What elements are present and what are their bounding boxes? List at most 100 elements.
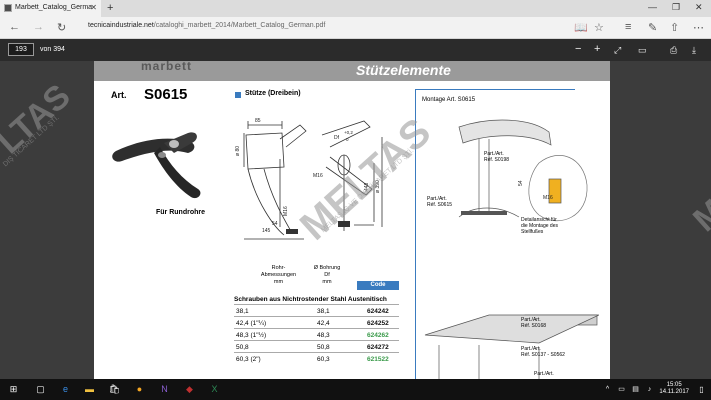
url-domain: tecnicaindustriale.net	[88, 22, 154, 29]
task-view-icon[interactable]: ▢	[33, 382, 48, 397]
table-header-bore: Ø Bohrung Df mm	[313, 265, 341, 285]
row-dimension: 48,3 (1"½)	[236, 332, 267, 339]
table-row: 48,3 (1"½) 48,3 624262	[234, 328, 399, 340]
volume-icon[interactable]: ♪	[642, 382, 657, 397]
section-marker	[235, 92, 241, 98]
label-part-cut: Part./Art.	[534, 371, 554, 377]
dim-54: 54	[272, 221, 278, 227]
detail-dim-54: 54	[518, 180, 524, 186]
row-bore: 38,1	[317, 308, 330, 315]
table-row: 60,3 (2") 60,3 621522	[234, 352, 399, 364]
window-close-icon[interactable]: ✕	[695, 2, 703, 13]
web-note-icon[interactable]: ✎	[648, 21, 657, 34]
battery-icon[interactable]: ▭	[614, 382, 629, 397]
row-code: 624242	[367, 308, 389, 315]
chevron-up-icon[interactable]: ^	[600, 382, 615, 397]
tab-close-icon[interactable]: ✕	[90, 3, 97, 12]
watermark-left: LTAS	[0, 76, 78, 162]
reading-view-icon[interactable]: 📖	[574, 21, 588, 34]
print-icon[interactable]: ⎙	[670, 45, 677, 56]
detail-m16: M16	[543, 195, 553, 201]
onenote-icon[interactable]: N	[157, 382, 172, 397]
dim-tolerance-zero: 0	[346, 137, 349, 142]
clock-time: 15:05	[666, 382, 682, 388]
dim-m16-top: M16	[313, 173, 323, 179]
montage-drawing	[424, 119, 599, 379]
maximize-icon[interactable]: ❐	[672, 2, 680, 13]
montage-label: Montage Art. S0615	[422, 97, 476, 103]
favorite-star-icon[interactable]: ☆	[594, 21, 604, 34]
pdf-toolbar: 193 von 394 − + ⤢ ▭ ⎙ ⤓	[0, 39, 711, 61]
product-caption: Für Rundrohre	[156, 209, 205, 216]
browser-tab-bar: Marbett_Catalog_Germa ✕ + — ❐ ✕	[0, 0, 711, 17]
table-subheader: Schrauben aus Nichtrostender Stahl Auste…	[234, 296, 387, 303]
app-icon-1[interactable]: ●	[132, 382, 147, 397]
system-clock[interactable]: 15:05 14.11.2017	[659, 382, 689, 396]
new-tab-icon[interactable]: +	[107, 2, 113, 14]
dim-df: Df	[334, 135, 339, 141]
windows-taskbar: ⊞ ▢ e ▬ 🛍 ● N ◆ X ^ ▭ ▤ ♪ 15:05 14.11.20…	[0, 379, 711, 400]
page-total: von 394	[40, 46, 65, 53]
back-icon[interactable]: ←	[9, 21, 20, 33]
browser-tab[interactable]: Marbett_Catalog_Germa ✕	[0, 0, 101, 17]
label-s0198: Part./Art. Réf. S0198	[484, 151, 510, 163]
row-code: 624272	[367, 344, 389, 351]
label-s0137: Part./Art. Réf. S0137 - S0562	[521, 346, 565, 358]
art-number: S0615	[144, 86, 188, 103]
table-header-dimension: Rohr- Abmessungen mm	[260, 265, 297, 285]
file-explorer-icon[interactable]: ▬	[82, 382, 97, 397]
art-prefix: Art.	[111, 90, 127, 100]
table-row: 42,4 (1"¼) 42,4 624252	[234, 316, 399, 328]
start-icon[interactable]: ⊞	[6, 382, 21, 397]
share-icon[interactable]: ⇧	[670, 21, 679, 34]
zoom-out-icon[interactable]: −	[575, 43, 581, 55]
more-icon[interactable]: ⋯	[693, 21, 704, 34]
detail-caption: Detailansicht für die Montage des Stellfuß…	[521, 217, 558, 235]
dim-tolerance: +0,2	[344, 130, 353, 135]
row-bore: 48,3	[317, 332, 330, 339]
network-icon[interactable]: ▤	[628, 382, 643, 397]
app-icon-2[interactable]: ◆	[182, 382, 197, 397]
edge-icon[interactable]: e	[58, 382, 73, 397]
minimize-icon[interactable]: —	[648, 2, 657, 12]
row-code: 621522	[367, 356, 389, 363]
row-code: 624252	[367, 320, 389, 327]
table-row: 38,1 38,1 624242	[234, 304, 399, 316]
watermark-right: M	[686, 192, 711, 240]
navigation-bar: ← → ↻ tecnicaindustriale.net/cataloghi_m…	[0, 17, 711, 39]
url-path: /cataloghi_marbett_2014/Marbett_Catalog_…	[153, 22, 326, 29]
section-title: Stütze (Dreibein)	[245, 90, 301, 97]
pdf-viewer[interactable]: marbett Stützelemente Art. S0615 Stütze …	[0, 61, 711, 379]
row-bore: 42,4	[317, 320, 330, 327]
pdf-favicon-icon	[4, 4, 12, 12]
row-dimension: 50,8	[236, 344, 249, 351]
tripod-product-image	[112, 132, 201, 199]
row-code: 624262	[367, 332, 389, 339]
dim-85: 85	[255, 118, 261, 124]
row-dimension: 38,1	[236, 308, 249, 315]
label-s0615: Part./Art. Réf. S0615	[427, 196, 453, 208]
row-dimension: 60,3 (2")	[236, 356, 261, 363]
row-bore: 60,3	[317, 356, 330, 363]
row-dimension: 42,4 (1"¼)	[236, 320, 267, 327]
table-row: 50,8 50,8 624272	[234, 340, 399, 352]
save-icon[interactable]: ⤓	[692, 45, 696, 56]
montage-rule	[415, 89, 575, 90]
store-icon[interactable]: 🛍	[107, 382, 122, 397]
label-s0168: Part./Art. Réf. S0168	[521, 317, 547, 329]
refresh-icon[interactable]: ↻	[57, 21, 66, 34]
excel-icon[interactable]: X	[207, 382, 222, 397]
zoom-in-icon[interactable]: +	[594, 43, 600, 55]
table-header-code: Code	[357, 281, 399, 290]
dim-m16-bottom: M16	[283, 206, 289, 216]
address-bar[interactable]: tecnicaindustriale.net/cataloghi_marbett…	[88, 22, 325, 29]
page-view-icon[interactable]: ▭	[638, 45, 647, 56]
dim-145: 145	[262, 228, 271, 234]
notifications-icon[interactable]: ▯	[694, 382, 709, 397]
marbett-logo: marbett	[141, 61, 193, 73]
fit-page-icon[interactable]: ⤢	[614, 45, 621, 56]
page-header-title: Stützelemente	[356, 62, 451, 78]
page-number-input[interactable]: 193	[8, 43, 34, 56]
forward-icon[interactable]: →	[33, 21, 44, 33]
hub-icon[interactable]: ≡	[625, 21, 631, 33]
